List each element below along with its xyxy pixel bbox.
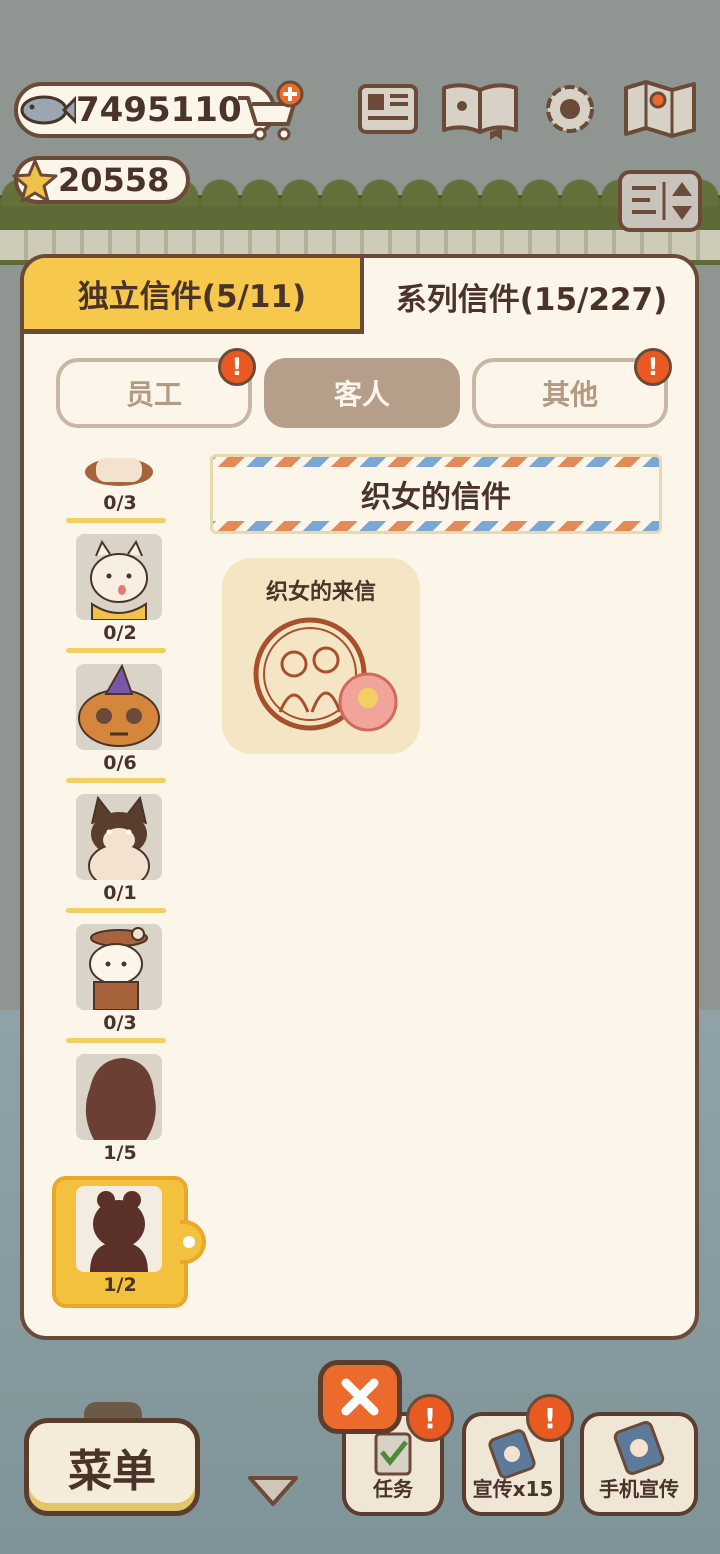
shop-cart-icon[interactable] [234,80,306,144]
close-icon [341,1378,379,1416]
list-item[interactable]: 0/6 [66,664,168,783]
fish-icon [20,95,76,125]
list-item[interactable]: 1/2 [72,1186,168,1296]
pumpkin-witch-portrait [76,664,162,750]
white-dog-portrait [76,534,162,620]
list-item[interactable]: 1/5 [72,1054,168,1164]
menu-label: 菜单 [68,1446,156,1497]
staff-alert-badge: ! [218,348,256,386]
weaver-girl-stamp-icon [253,617,398,732]
list-item[interactable]: 0/1 [66,794,168,913]
item-divider [66,518,166,523]
item-divider [66,908,166,913]
newspaper-icon[interactable] [356,78,420,140]
item-count: 0/3 [103,492,137,514]
open-book-icon[interactable] [440,78,520,140]
sort-icon [632,182,692,220]
star-currency-bar: 20558 [12,156,190,204]
subtab-other-label: 其他 [541,378,598,411]
star-icon [12,159,58,203]
promo-label: 宣传x15 [472,1477,554,1501]
gear-icon[interactable] [538,78,602,140]
map-icon[interactable] [622,78,698,140]
tab-series-letters[interactable]: 系列信件(15/227) [364,258,695,334]
white-cat-with-hat-portrait [76,924,162,1010]
item-count: 0/3 [103,1012,137,1034]
star-count: 20558 [58,161,170,199]
letters-panel: 独立信件(5/11) 系列信件(15/227) 员工 ! 客人 其他 ! 0/3 [20,254,699,1340]
airmail-stripe-bottom [213,521,659,531]
task-alert-badge: ! [406,1394,454,1442]
list-item[interactable]: 0/2 [66,534,168,653]
item-count: 1/5 [103,1142,137,1164]
subtab-guest[interactable]: 客人 [264,358,460,428]
item-divider [66,1038,166,1043]
subtab-staff-label: 员工 [125,378,182,411]
phone-promo-label: 手机宣传 [599,1477,679,1501]
tab-independent-letters[interactable]: 独立信件(5/11) [24,258,364,334]
dog-in-costume-portrait [76,454,162,490]
letter-card-title: 织女的来信 [265,580,376,605]
selected-indicator-dot [183,1236,195,1248]
other-alert-badge: ! [634,348,672,386]
menu-button[interactable]: 菜单 [24,1418,200,1516]
item-divider [66,778,166,783]
phone-promo-button[interactable]: 手机宣传 [580,1412,698,1516]
item-count: 0/1 [103,882,137,904]
letter-card[interactable]: 织女的来信 [222,558,420,754]
fish-count: 7495110 [76,90,242,130]
shiba-dog-portrait [76,794,162,880]
letter-section-header: 织女的信件 [210,454,662,534]
close-button[interactable] [318,1360,402,1434]
subtab-guest-label: 客人 [333,378,390,411]
sort-toggle-button[interactable] [618,170,702,232]
task-label: 任务 [373,1477,413,1501]
bear-silhouette-portrait [76,1186,162,1272]
item-count: 0/2 [103,622,137,644]
item-count: 1/2 [103,1274,137,1296]
chevron-down-icon[interactable] [244,1472,302,1508]
list-item[interactable]: 0/3 [66,924,168,1043]
letter-section-title: 织女的信件 [213,467,659,521]
item-divider [66,648,166,653]
item-count: 0/6 [103,752,137,774]
airmail-stripe-top [213,457,659,467]
promo-alert-badge: ! [526,1394,574,1442]
silhouette-portrait [76,1054,162,1140]
